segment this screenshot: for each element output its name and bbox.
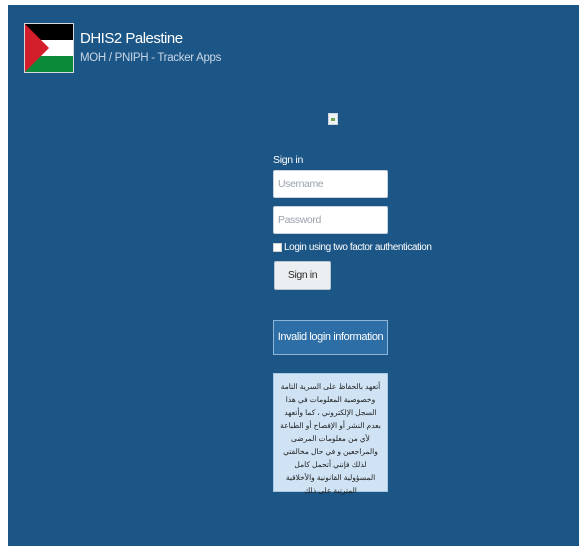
broken-image-icon (328, 113, 338, 125)
username-input[interactable] (273, 170, 388, 198)
login-page: DHIS2 Palestine MOH / PNIPH - Tracker Ap… (8, 5, 579, 546)
two-factor-checkbox[interactable] (273, 243, 282, 252)
sign-in-heading: Sign in (273, 154, 304, 166)
privacy-notice: أتعهد بالحفاظ على السرية التامة وخصوصية … (273, 373, 388, 495)
error-alert: Invalid login information (273, 320, 388, 355)
sign-in-button[interactable]: Sign in (274, 261, 331, 290)
brand-subtitle: MOH / PNIPH - Tracker Apps (80, 52, 222, 64)
two-factor-option[interactable]: Login using two factor authentication (273, 242, 432, 253)
password-input[interactable] (273, 206, 388, 234)
brand-title: DHIS2 Palestine (80, 30, 183, 47)
two-factor-label: Login using two factor authentication (284, 242, 432, 253)
flag-logo (24, 23, 74, 73)
